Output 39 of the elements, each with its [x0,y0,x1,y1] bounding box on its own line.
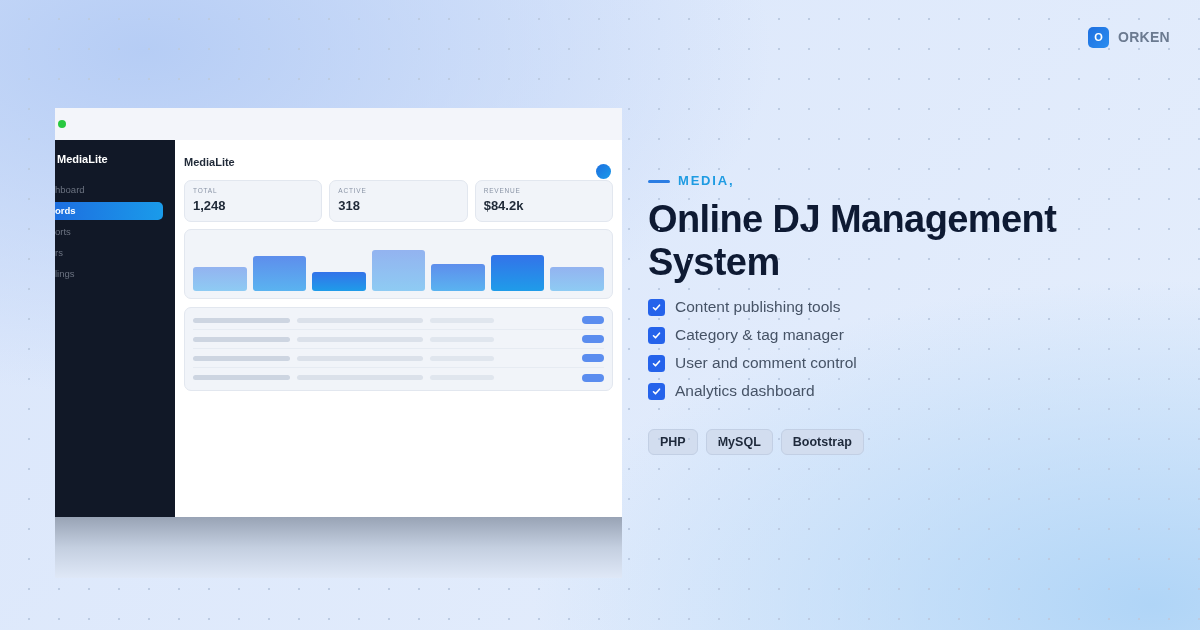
check-icon [648,326,665,344]
feature-text: Content publishing tools [675,297,841,318]
status-pill-icon [582,335,604,343]
stat-value: $84.2k [483,197,525,214]
stat-value: 318 [338,197,362,214]
chart-bar [252,256,307,291]
sidebar-item[interactable]: orts [55,223,163,241]
feature-text: User and comment control [675,353,857,374]
tech-tag: Bootstrap [780,429,864,455]
avatar-icon [596,164,611,179]
brand-logo: O [1087,27,1109,48]
feature-text: Category & tag manager [675,325,844,346]
status-pill-icon [582,354,604,362]
tech-tag: PHP [648,429,698,455]
chart-bar [490,255,545,291]
check-icon [648,354,665,372]
tech-tag: MySQL [705,429,773,455]
chart-bar [550,267,605,291]
window-control-icon [58,120,66,128]
category-label: MEDIA, [678,173,735,189]
chart-bar [193,267,247,291]
stat-value: 1,248 [193,197,227,214]
accent-line [648,179,670,183]
chart-bar [312,272,366,291]
sidebar-item[interactable]: lings [55,265,163,283]
hero-title: Online DJ Management System [648,198,1058,284]
chart-bar [371,250,426,291]
check-icon [648,382,665,400]
feature-text: Analytics dashboard [675,381,815,402]
chart-bar [431,264,485,291]
status-pill-icon [582,373,604,382]
check-icon [648,298,665,316]
sidebar-item[interactable]: rs [55,244,163,262]
status-pill-icon [582,316,604,324]
sidebar-item[interactable]: ords [55,202,163,220]
sidebar-item[interactable]: hboard [55,181,163,199]
page-title: MediaLite [184,155,235,169]
brand-name: ORKEN [1117,28,1170,47]
sidebar-title: MediaLite [56,152,109,166]
